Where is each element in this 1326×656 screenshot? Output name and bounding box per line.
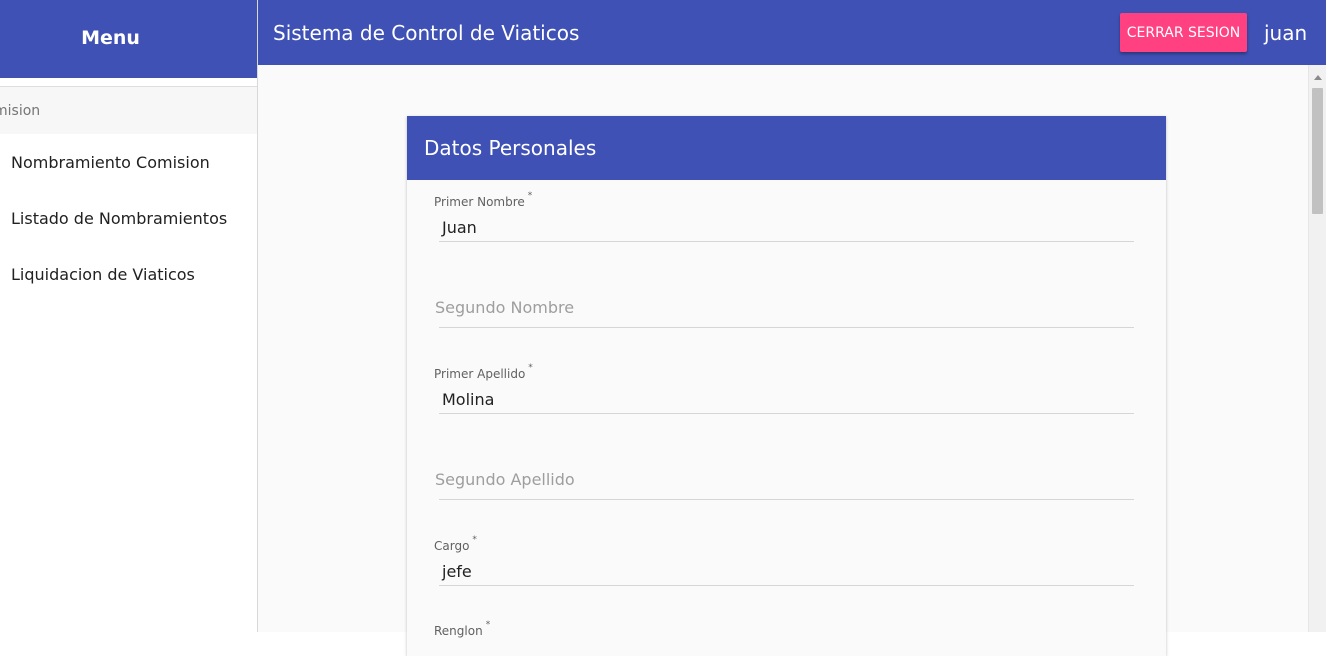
required-mark: * — [527, 191, 533, 201]
sidebar-item-liquidacion-viaticos[interactable]: Liquidacion de Viaticos — [0, 246, 257, 302]
user-name: juan — [1264, 21, 1308, 45]
primer-nombre-input[interactable]: Juan — [442, 218, 477, 237]
primer-apellido-label: Primer Apellido * — [434, 363, 533, 381]
sidebar-item-label: Listado de Nombramientos — [11, 208, 228, 228]
segundo-nombre-input[interactable]: Segundo Nombre — [435, 298, 574, 317]
sidebar-section-label: mision — [0, 102, 41, 119]
cargo-label-text: Cargo — [434, 539, 470, 553]
scroll-up-arrow-icon[interactable] — [1314, 75, 1322, 80]
required-mark: * — [485, 620, 491, 630]
cargo-label: Cargo * — [434, 535, 477, 553]
sidebar-title: Menu — [81, 27, 140, 49]
main-content: Datos Personales Primer Nombre * Juan Seg… — [258, 65, 1308, 656]
sidebar-divider — [0, 78, 257, 87]
primer-apellido-field[interactable]: Primer Apellido * Molina — [434, 363, 1134, 423]
vertical-scrollbar[interactable] — [1308, 65, 1326, 632]
primer-apellido-label-text: Primer Apellido — [434, 367, 526, 381]
segundo-nombre-field[interactable]: Segundo Nombre — [434, 276, 1134, 336]
sidebar: Menu mision Nombramiento Comision Listad… — [0, 0, 258, 632]
input-underline — [439, 241, 1134, 242]
sidebar-section-comision[interactable]: mision — [0, 87, 257, 134]
renglon-label-text: Renglon — [434, 624, 483, 638]
app-title: Sistema de Control de Viaticos — [273, 21, 580, 45]
input-underline — [439, 585, 1134, 586]
input-underline — [439, 499, 1134, 500]
primer-nombre-field[interactable]: Primer Nombre * Juan — [434, 191, 1134, 251]
card-title: Datos Personales — [424, 136, 597, 160]
card-header: Datos Personales — [407, 116, 1166, 180]
segundo-apellido-input[interactable]: Segundo Apellido — [435, 470, 575, 489]
input-underline — [439, 327, 1134, 328]
primer-nombre-label-text: Primer Nombre — [434, 195, 525, 209]
scrollbar-thumb[interactable] — [1312, 88, 1323, 214]
app-bar: Sistema de Control de Viaticos CERRAR SE… — [258, 0, 1326, 65]
primer-nombre-label: Primer Nombre * — [434, 191, 532, 209]
required-mark: * — [528, 363, 533, 373]
sidebar-header: Menu — [0, 0, 257, 78]
segundo-apellido-field[interactable]: Segundo Apellido — [434, 448, 1134, 508]
sidebar-item-listado-nombramientos[interactable]: Listado de Nombramientos — [0, 190, 257, 246]
personal-data-card: Datos Personales Primer Nombre * Juan Seg… — [407, 116, 1166, 656]
logout-button[interactable]: CERRAR SESION — [1120, 13, 1247, 52]
sidebar-item-nombramiento-comision[interactable]: Nombramiento Comision — [0, 134, 257, 190]
primer-apellido-input[interactable]: Molina — [442, 390, 494, 409]
input-underline — [439, 413, 1134, 414]
required-mark: * — [472, 535, 477, 545]
cargo-input[interactable]: jefe — [442, 562, 472, 581]
sidebar-item-label: Liquidacion de Viaticos — [11, 264, 195, 284]
renglon-field[interactable]: Renglon * — [434, 620, 1134, 650]
sidebar-item-label: Nombramiento Comision — [11, 152, 210, 172]
renglon-label: Renglon * — [434, 620, 490, 638]
cargo-field[interactable]: Cargo * jefe — [434, 535, 1134, 595]
